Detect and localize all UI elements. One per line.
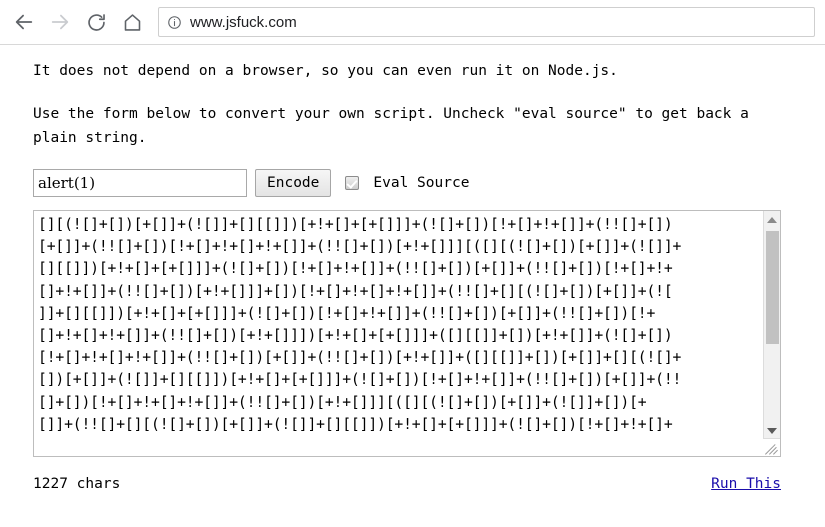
forward-button[interactable] <box>42 4 78 40</box>
intro-paragraph-1: It does not depend on a browser, so you … <box>33 59 797 83</box>
encode-button[interactable]: Encode <box>255 169 331 197</box>
output-scrollbar[interactable] <box>763 211 780 456</box>
scrollbar-thumb[interactable] <box>766 231 779 344</box>
url-text: www.jsfuck.com <box>190 14 297 31</box>
eval-source-checkbox[interactable] <box>345 176 359 190</box>
scroll-down-button[interactable] <box>764 422 780 439</box>
output-footer: 1227 chars Run This <box>33 476 781 492</box>
resize-grip-icon[interactable] <box>763 438 780 456</box>
page-content: It does not depend on a browser, so you … <box>0 45 825 492</box>
home-icon <box>122 12 143 33</box>
browser-toolbar: www.jsfuck.com <box>0 0 825 45</box>
reload-button[interactable] <box>78 4 114 40</box>
output-textarea[interactable]: [][(![]+[])[+[]]+(![]]+[][[]])[+!+[]+[+[… <box>33 210 781 457</box>
home-button[interactable] <box>114 4 150 40</box>
back-button[interactable] <box>6 4 42 40</box>
back-arrow-icon <box>13 11 35 33</box>
triangle-up-icon <box>767 217 777 223</box>
reload-icon <box>86 12 107 33</box>
run-this-link[interactable]: Run This <box>711 476 781 492</box>
info-circle-icon[interactable] <box>167 15 182 30</box>
output-text[interactable]: [][(![]+[])[+[]]+(![]]+[][[]])[+!+[]+[+[… <box>34 211 763 456</box>
script-input[interactable] <box>33 169 247 197</box>
triangle-down-icon <box>767 428 777 434</box>
eval-source-label: Eval Source <box>373 175 469 191</box>
eval-source-control[interactable]: Eval Source <box>345 175 469 191</box>
encode-form: Encode Eval Source <box>33 168 797 198</box>
address-bar[interactable]: www.jsfuck.com <box>158 7 815 37</box>
scroll-up-button[interactable] <box>764 211 780 228</box>
forward-arrow-icon <box>49 11 71 33</box>
char-count: 1227 chars <box>33 476 120 492</box>
intro-paragraph-2: Use the form below to convert your own s… <box>33 102 797 150</box>
